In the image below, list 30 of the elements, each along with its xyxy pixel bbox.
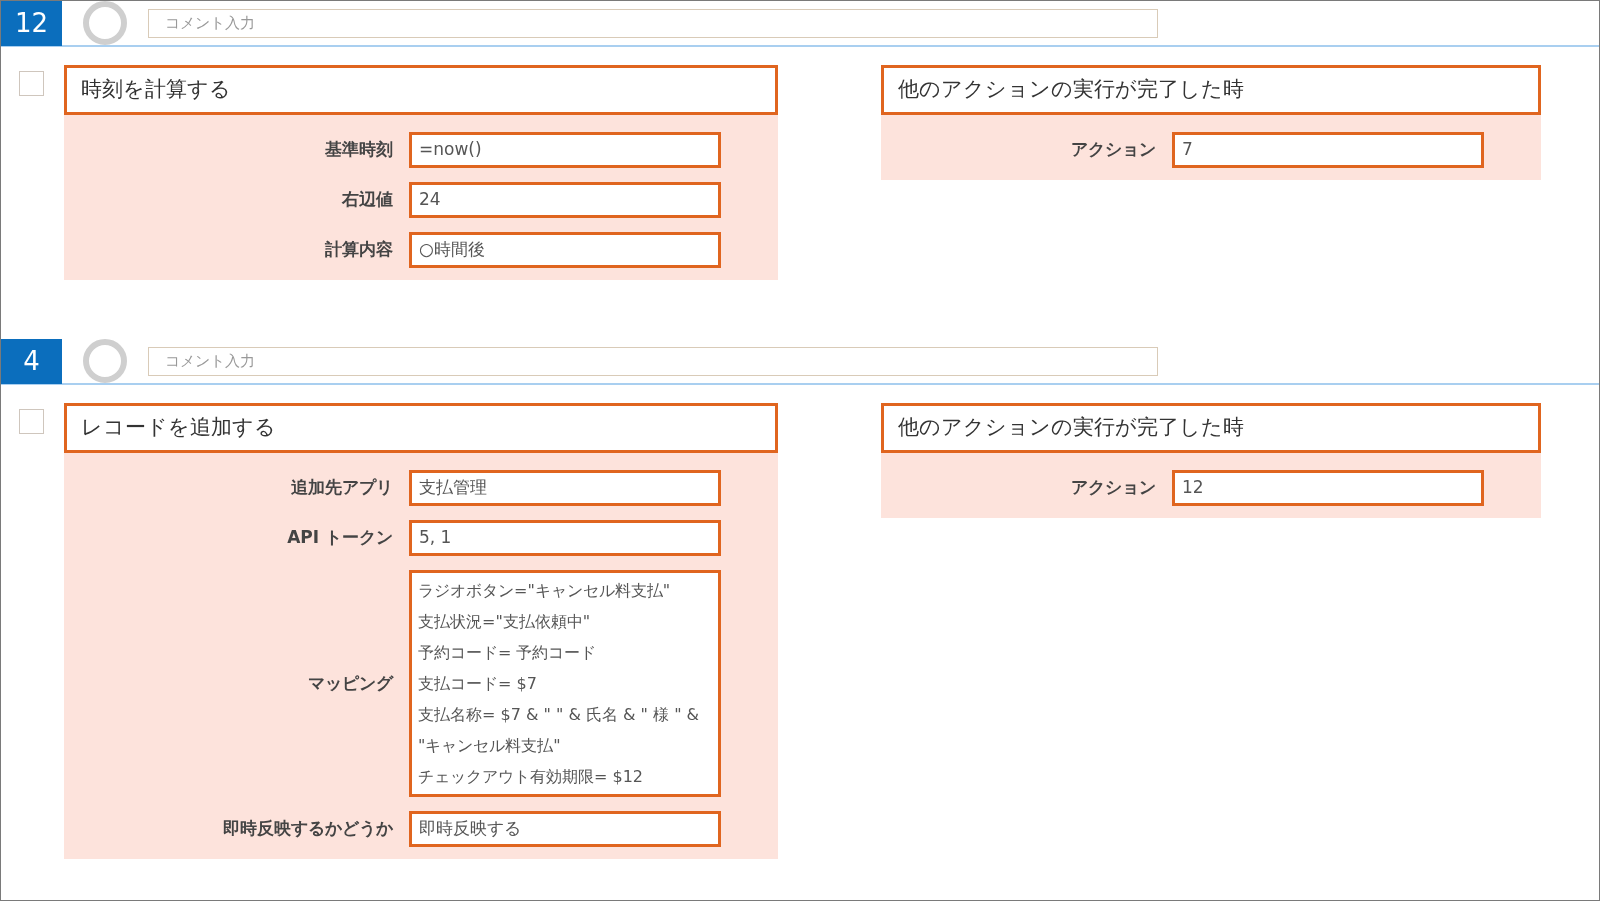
field-label: マッピング	[307, 671, 395, 695]
input-field[interactable]: ○時間後	[409, 232, 721, 268]
field-label: 右辺値	[341, 188, 394, 212]
input-field[interactable]: 即時反映する	[409, 811, 721, 847]
input-field[interactable]: 7	[1172, 132, 1484, 168]
input-field[interactable]: =now()	[409, 132, 721, 168]
step-number: 4	[1, 339, 62, 384]
step-number: 12	[1, 1, 62, 46]
field-label: 即時反映するかどうか	[222, 817, 394, 841]
comment-field[interactable]: コメント入力	[148, 346, 1158, 376]
card-title: 他のアクションの実行が完了した時	[881, 65, 1541, 115]
input-field[interactable]: 24	[409, 182, 721, 218]
checkbox[interactable]	[19, 409, 44, 434]
field-label: 追加先アプリ	[290, 476, 394, 500]
field-label: 基準時刻	[324, 138, 394, 162]
input-field[interactable]: 12	[1172, 470, 1484, 506]
checkbox[interactable]	[19, 71, 44, 96]
field-label: 計算内容	[324, 238, 394, 262]
ring-icon	[83, 1, 127, 45]
input-field[interactable]: 5, 1	[409, 520, 721, 556]
field-label: アクション	[1070, 138, 1157, 162]
field-label: API トークン	[286, 526, 394, 550]
mapping-field[interactable]: ラジオボタン="キャンセル料支払" 支払状況="支払依頼中" 予約コード= 予約コード 支払コード= $7 支払名称= $7 & " " & 氏名 & " 様 " & "キャンセル料支払" チェックアウト有効期限= $12	[409, 570, 721, 797]
input-field[interactable]: 支払管理	[409, 470, 721, 506]
comment-field[interactable]: コメント入力	[148, 8, 1158, 38]
field-label: アクション	[1070, 476, 1157, 500]
card-title: 時刻を計算する	[64, 65, 778, 115]
card-title: 他のアクションの実行が完了した時	[881, 403, 1541, 453]
card-title: レコードを追加する	[64, 403, 778, 453]
ring-icon	[83, 339, 127, 383]
